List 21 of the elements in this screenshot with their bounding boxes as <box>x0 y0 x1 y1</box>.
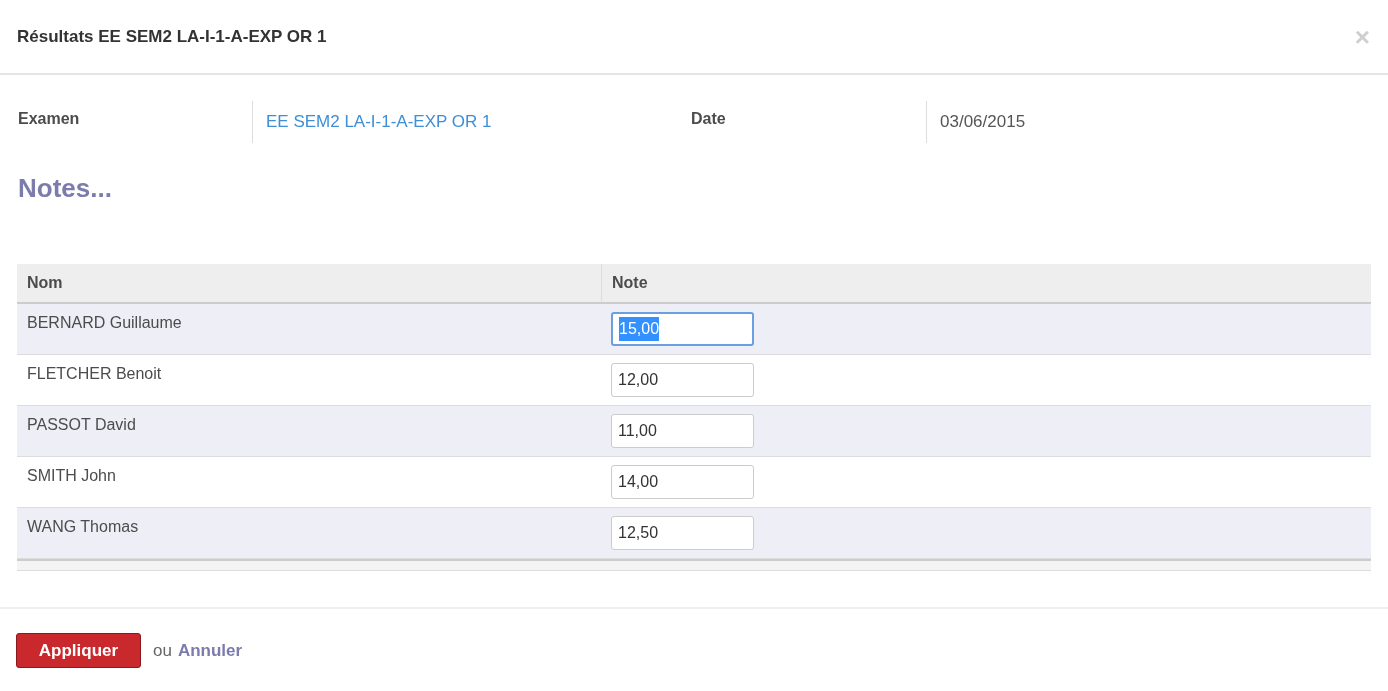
name-cell-text: BERNARD Guillaume <box>26 313 183 333</box>
column-header: Note <box>611 273 649 293</box>
note-field[interactable]: 14,00 <box>611 465 754 499</box>
section-title: Notes... <box>17 172 113 205</box>
name-cell-text: WANG Thomas <box>26 517 140 537</box>
date-value: 03/06/2015 <box>926 101 1226 143</box>
note-field[interactable]: 15,00 <box>611 312 754 346</box>
dialog-title: Résultats EE SEM2 LA-I-1-A-EXP OR 1 <box>17 25 327 48</box>
name-cell-text: FLETCHER Benoit <box>26 364 163 384</box>
apply-button[interactable]: Appliquer <box>16 633 141 668</box>
name-cell-text: SMITH John <box>26 466 117 486</box>
cancel-link[interactable]: Annuler <box>177 637 243 664</box>
or-label: ou <box>153 639 172 662</box>
note-field[interactable]: 12,00 <box>611 363 754 397</box>
field-label: Date <box>691 109 727 129</box>
column-header: Nom <box>17 264 602 302</box>
name-cell-text: PASSOT David <box>26 415 137 435</box>
field-label: Examen <box>17 109 81 129</box>
note-field[interactable]: 11,00 <box>611 414 754 448</box>
exam-link[interactable]: EE SEM2 LA-I-1-A-EXP OR 1 <box>252 101 691 143</box>
note-field[interactable]: 12,50 <box>611 516 754 550</box>
